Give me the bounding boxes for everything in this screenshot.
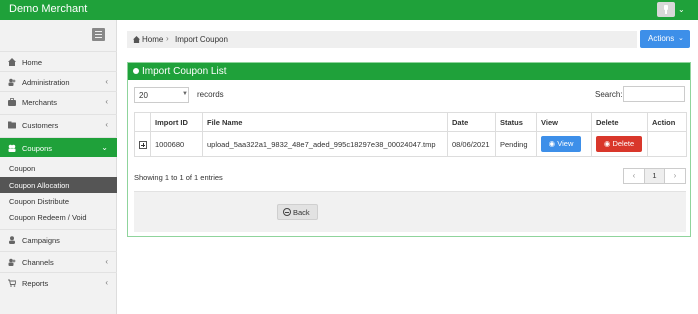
caret-down-icon: ▼ — [182, 91, 188, 97]
panel-header: Import Coupon List — [128, 63, 690, 80]
pagination-next-button[interactable]: › — [665, 169, 685, 183]
cart-icon — [8, 279, 16, 287]
users-icon — [8, 78, 16, 86]
user-menu-button[interactable] — [657, 2, 675, 17]
chevron-left-icon: ‹ — [105, 257, 108, 266]
chevron-left-icon: ‹ — [105, 278, 108, 287]
user-icon — [664, 5, 668, 14]
briefcase-icon — [8, 98, 16, 106]
sidebar-subitem-coupon-distribute[interactable]: Coupon Distribute — [0, 193, 117, 209]
top-bar: Demo Merchant ⌄ — [0, 0, 698, 20]
pagination: ‹ 1 › — [623, 168, 686, 184]
file-name-cell: upload_5aa322a1_9832_48e7_aded_995c18297… — [202, 131, 448, 157]
users-icon — [8, 258, 16, 266]
status-cell: Pending — [495, 131, 537, 157]
sidebar-item-reports[interactable]: Reports ‹ — [0, 272, 117, 292]
back-arrow-icon — [283, 208, 291, 216]
panel-title: Import Coupon List — [142, 66, 227, 77]
records-length-select[interactable]: 20 ▼ — [134, 87, 189, 103]
search-input[interactable] — [623, 86, 685, 102]
table-row: 1000680 upload_5aa322a1_9832_48e7_aded_9… — [134, 131, 687, 157]
sidebar-subitem-coupon-allocation[interactable]: Coupon Allocation — [0, 177, 117, 193]
chevron-left-icon: ‹ — [105, 77, 108, 86]
view-button[interactable]: ◉ View — [541, 136, 581, 152]
folder-icon — [8, 121, 16, 129]
breadcrumb-home-link[interactable]: Home — [142, 35, 163, 44]
view-cell: ◉ View — [536, 131, 592, 157]
circle-icon — [133, 68, 139, 74]
coupons-icon — [8, 144, 16, 152]
column-view[interactable]: View — [536, 112, 592, 132]
sidebar-item-customers[interactable]: Customers ‹ — [0, 114, 117, 134]
action-cell — [647, 131, 687, 157]
eye-icon: ◉ — [548, 139, 556, 148]
sidebar-subitem-coupon[interactable]: Coupon — [0, 160, 117, 176]
chevron-down-icon: ⌄ — [101, 143, 108, 152]
chevron-down-icon[interactable]: ⌄ — [678, 5, 685, 14]
sidebar-item-channels[interactable]: Channels ‹ — [0, 251, 117, 271]
back-button[interactable]: Back — [277, 204, 318, 220]
column-date[interactable]: Date — [447, 112, 496, 132]
sidebar-item-merchants[interactable]: Merchants ‹ — [0, 91, 117, 111]
chevron-left-icon: ‹ — [105, 97, 108, 106]
table-header-row: Import ID File Name Date Status View Del… — [134, 112, 687, 132]
import-id-cell: 1000680 — [150, 131, 203, 157]
records-label: records — [197, 90, 224, 99]
user-icon — [9, 236, 15, 244]
column-file-name[interactable]: File Name — [202, 112, 448, 132]
column-action[interactable]: Action — [647, 112, 687, 132]
import-coupon-table: Import ID File Name Date Status View Del… — [134, 112, 687, 157]
column-expand — [134, 112, 151, 132]
row-expand-cell — [134, 131, 151, 157]
sidebar-subitem-coupon-redeem-void[interactable]: Coupon Redeem / Void — [0, 209, 117, 225]
breadcrumb-separator: › — [166, 34, 169, 43]
sidebar-item-campaigns[interactable]: Campaigns — [0, 229, 117, 249]
sidebar-toggle-button[interactable] — [92, 28, 105, 41]
home-icon — [8, 58, 16, 66]
search-label: Search: — [595, 90, 623, 99]
pagination-prev-button[interactable]: ‹ — [624, 169, 645, 183]
breadcrumb: Home › Import Coupon — [127, 31, 637, 48]
delete-button[interactable]: ◉ Delete — [596, 136, 642, 152]
date-cell: 08/06/2021 — [447, 131, 496, 157]
table-info: Showing 1 to 1 of 1 entries — [134, 173, 223, 182]
sidebar-item-home[interactable]: Home — [0, 51, 117, 71]
import-coupon-panel: Import Coupon List 20 ▼ records Search: … — [127, 62, 691, 237]
sidebar-item-coupons[interactable]: Coupons ⌄ — [0, 137, 117, 157]
actions-button[interactable]: Actions ⌄ — [640, 30, 690, 48]
chevron-down-icon: ⌄ — [678, 35, 684, 42]
sidebar-item-administration[interactable]: Administration ‹ — [0, 71, 117, 91]
eye-icon: ◉ — [603, 139, 611, 148]
chevron-left-icon: ‹ — [105, 120, 108, 129]
delete-cell: ◉ Delete — [591, 131, 648, 157]
brand-title: Demo Merchant — [9, 3, 88, 15]
form-footer: Back — [134, 191, 686, 232]
home-icon — [133, 36, 140, 43]
sidebar: Home Administration ‹ Merchants ‹ Custom… — [0, 20, 117, 314]
expand-plus-icon[interactable] — [139, 140, 147, 149]
column-import-id[interactable]: Import ID — [150, 112, 203, 132]
column-status[interactable]: Status — [495, 112, 537, 132]
breadcrumb-current: Import Coupon — [175, 35, 228, 44]
pagination-page-button[interactable]: 1 — [645, 169, 665, 183]
column-delete[interactable]: Delete — [591, 112, 648, 132]
